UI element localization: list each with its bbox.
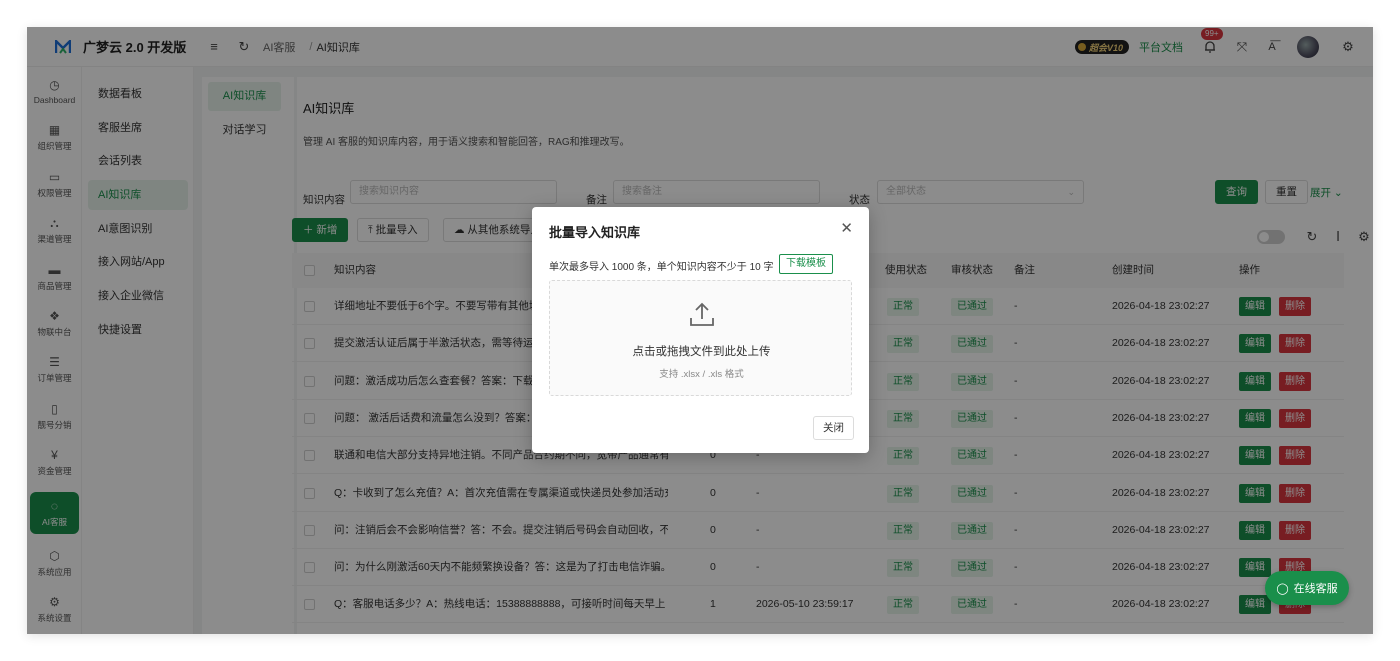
app-window: 广梦云 2.0 开发版 ≡ ↻ AI客服 / AI知识库 超会V10 平台文档 … — [27, 27, 1373, 634]
online-service-button[interactable]: ◯ 在线客服 — [1265, 571, 1349, 605]
upload-icon — [690, 302, 714, 326]
chat-bubble-icon: ◯ — [1276, 582, 1289, 595]
online-service-label: 在线客服 — [1293, 583, 1338, 595]
upload-hint: 支持 .xlsx / .xls 格式 — [659, 369, 744, 380]
download-template-button[interactable]: 下载模板 — [779, 254, 833, 274]
import-dialog: 批量导入知识库 ✕ 单次最多导入 1000 条，单个知识内容不少于 10 字 下… — [532, 207, 869, 453]
upload-text: 点击或拖拽文件到此处上传 — [632, 346, 771, 358]
dialog-close-button[interactable]: 关闭 — [813, 416, 854, 440]
upload-dropzone[interactable]: 点击或拖拽文件到此处上传 支持 .xlsx / .xls 格式 — [549, 280, 852, 396]
import-limit-note: 单次最多导入 1000 条，单个知识内容不少于 10 字 — [549, 262, 774, 273]
close-icon[interactable]: ✕ — [840, 221, 853, 237]
dialog-title: 批量导入知识库 — [549, 225, 641, 240]
